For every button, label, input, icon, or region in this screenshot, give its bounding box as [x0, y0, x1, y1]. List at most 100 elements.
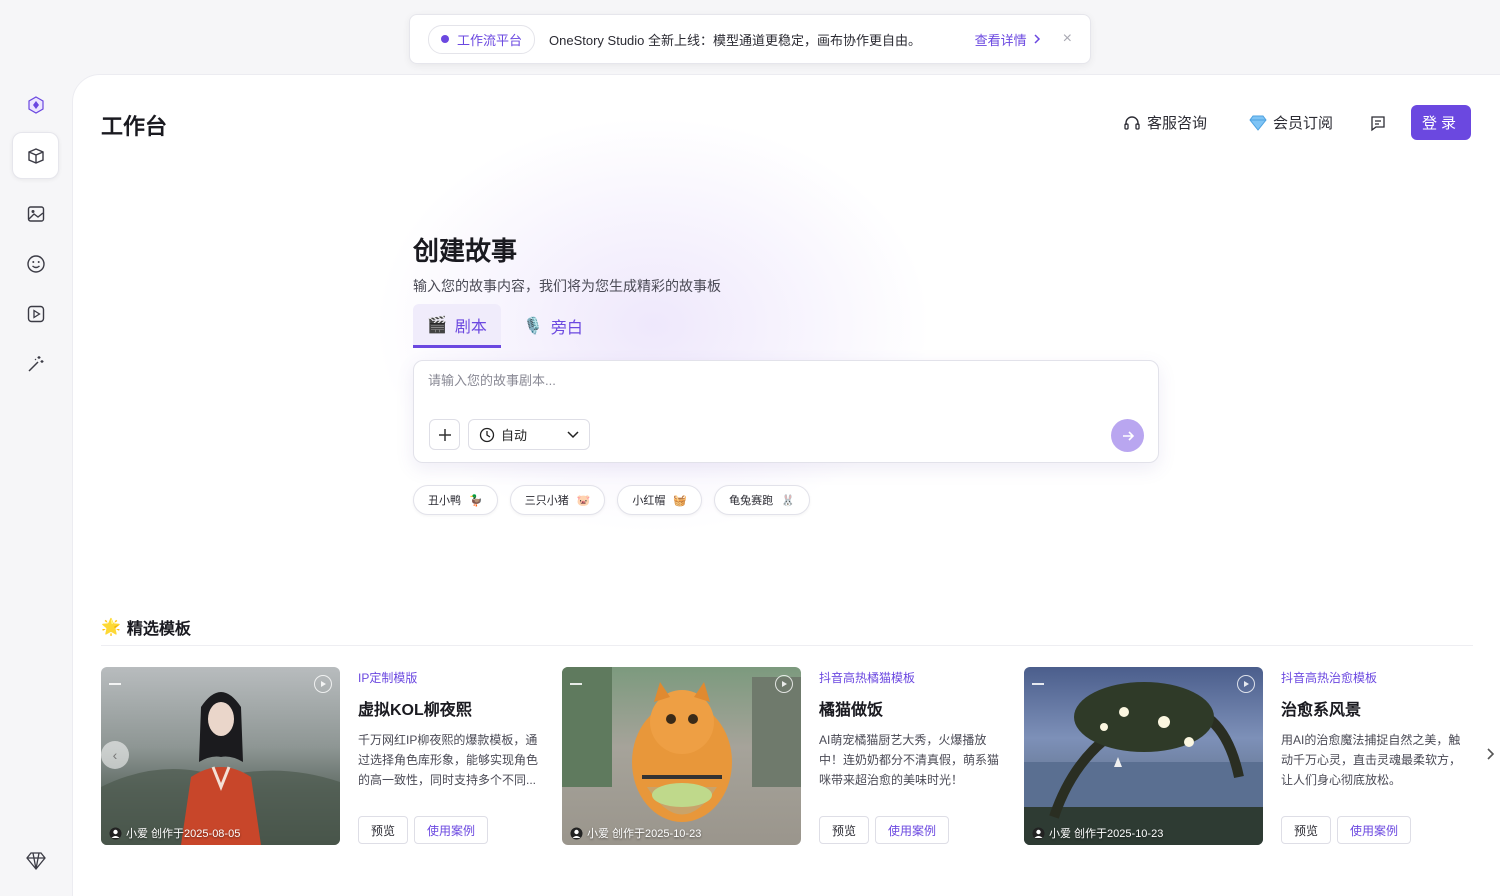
preview-button[interactable]: 预览	[358, 816, 409, 844]
cube-icon	[27, 147, 44, 164]
template-tag: IP定制模版	[358, 671, 418, 685]
template-card[interactable]: 小爱 创作于2025-10-23 抖音高热治愈模板 治愈系风景 用AI的治愈魔法…	[1024, 667, 1464, 845]
sidebar-item-magic[interactable]	[12, 340, 59, 387]
template-title: 橘猫做饭	[819, 702, 884, 719]
send-button[interactable]	[1111, 419, 1144, 452]
hero-title: 创建故事	[413, 236, 518, 266]
template-title: 虚拟KOL柳夜熙	[358, 702, 472, 719]
template-title: 治愈系风景	[1281, 702, 1362, 719]
carousel-prev-button[interactable]: ‹	[101, 741, 129, 769]
caption-text: 小爱 创作于2025-10-23	[587, 828, 702, 840]
template-actions: 预览 使用案例	[358, 816, 489, 844]
add-attachment-button[interactable]	[429, 419, 460, 450]
diamond-icon[interactable]	[26, 852, 46, 870]
duck-icon: 🦆	[469, 494, 483, 507]
support-label: 客服咨询	[1146, 115, 1207, 132]
template-card[interactable]: ‹ 小爱 创作于2025-08-05 IP定制模版 虚拟KOL柳夜熙 千万网红I…	[101, 667, 541, 845]
rabbit-icon: 🐰	[781, 494, 795, 507]
image-icon	[27, 205, 44, 222]
chip-red-riding-hood[interactable]: 小红帽 🧺	[617, 485, 703, 515]
chevron-down-icon	[567, 430, 579, 438]
clock-icon	[479, 427, 495, 442]
use-case-button[interactable]: 使用案例	[875, 816, 950, 844]
logo-icon[interactable]	[27, 96, 45, 114]
membership-label: 会员订阅	[1272, 115, 1333, 132]
messages-button[interactable]	[1369, 114, 1387, 132]
use-case-button[interactable]: 使用案例	[1337, 816, 1412, 844]
chip-tortoise-hare[interactable]: 龟兔赛跑 🐰	[714, 485, 810, 515]
preview-button[interactable]: 预览	[1281, 816, 1332, 844]
announcement-banner: 工作流平台 OneStory Studio 全新上线：模型通道更稳定，画布协作更…	[409, 14, 1091, 64]
close-icon[interactable]: ×	[1063, 30, 1072, 48]
template-info: 抖音高热治愈模板 治愈系风景 用AI的治愈魔法捕捉自然之美，触动千万心灵，直击灵…	[1281, 667, 1471, 844]
banner-text: OneStory Studio 全新上线：模型通道更稳定，画布协作更自由。	[549, 32, 922, 48]
message-icon	[1371, 115, 1385, 131]
gem-icon	[1249, 115, 1267, 131]
banner-link-label: 查看详情	[974, 32, 1027, 48]
play-icon[interactable]	[1237, 675, 1255, 693]
login-button[interactable]: 登录	[1411, 105, 1471, 140]
page-title: 工作台	[101, 114, 168, 139]
chip-ugly-duckling[interactable]: 丑小鸭 🦆	[413, 485, 498, 515]
banner-chip-label: 工作流平台	[457, 32, 523, 48]
mode-select[interactable]: 自动	[468, 419, 590, 450]
thumb-caption: 小爱 创作于2025-10-23	[570, 825, 701, 841]
orange-cat-scene	[562, 667, 801, 822]
use-case-button[interactable]: 使用案例	[414, 816, 489, 844]
play-icon[interactable]	[775, 675, 793, 693]
thumb-dash	[1032, 683, 1044, 685]
create-story-section: 创建故事 输入您的故事内容，我们将为您生成精彩的故事板 🎬 剧本 🎙️ 旁白 自…	[413, 231, 1159, 515]
story-editor: 自动	[413, 360, 1159, 463]
clapperboard-icon: 🎬	[427, 316, 447, 334]
sidebar-item-storyboard[interactable]	[12, 132, 59, 179]
featured-title-label: 精选模板	[126, 621, 191, 638]
thumb-caption: 小爱 创作于2025-08-05	[109, 825, 240, 841]
main-panel: 工作台 客服咨询 会员订阅 登录 创建故事 输入您的故事内容，我们将为您生成精彩…	[72, 74, 1500, 896]
template-actions: 预览 使用案例	[819, 816, 950, 844]
sidebar-item-video[interactable]	[12, 290, 59, 337]
preview-button[interactable]: 预览	[819, 816, 870, 844]
featured-title: 🌟 精选模板	[101, 615, 191, 639]
template-desc: 千万网红IP柳夜熙的爆款模板，通过选择角色库形象，能够实现角色的高一致性，同时支…	[358, 733, 539, 787]
template-card[interactable]: 小爱 创作于2025-10-23 抖音高热橘猫模板 橘猫做饭 AI萌宠橘猫厨艺大…	[562, 667, 1002, 845]
hero-subtitle: 输入您的故事内容，我们将为您生成精彩的故事板	[413, 278, 721, 294]
plus-icon	[438, 428, 451, 441]
template-thumbnail[interactable]: ‹ 小爱 创作于2025-08-05	[101, 667, 340, 845]
sidebar-item-avatar[interactable]	[12, 240, 59, 287]
magic-wand-icon	[27, 355, 43, 372]
sidebar-item-image[interactable]	[12, 190, 59, 237]
author-avatar-icon	[109, 827, 122, 839]
template-thumbnail[interactable]: 小爱 创作于2025-10-23	[1024, 667, 1263, 845]
chip-label: 小红帽	[632, 495, 666, 507]
dot-icon	[441, 35, 449, 43]
story-input[interactable]	[428, 373, 1028, 388]
membership-button[interactable]: 会员订阅	[1249, 112, 1333, 133]
divider	[101, 645, 1473, 646]
video-play-icon	[27, 305, 44, 322]
smile-icon	[26, 254, 45, 273]
landscape-scene	[1024, 682, 1263, 845]
tab-script-label: 剧本	[454, 318, 487, 336]
basket-icon: 🧺	[673, 494, 688, 507]
template-info: IP定制模版 虚拟KOL柳夜熙 千万网红IP柳夜熙的爆款模板，通过选择角色库形象…	[358, 667, 548, 844]
banner-details-link[interactable]: 查看详情	[975, 30, 1041, 49]
template-tag: 抖音高热治愈模板	[1281, 671, 1378, 685]
tab-narration-label: 旁白	[550, 320, 583, 337]
template-tag: 抖音高热橘猫模板	[819, 671, 916, 685]
template-thumbnail[interactable]: 小爱 创作于2025-10-23	[562, 667, 801, 845]
pig-icon: 🐷	[576, 494, 591, 507]
chevron-right-icon	[1034, 34, 1040, 44]
thumb-caption: 小爱 创作于2025-10-23	[1032, 825, 1163, 841]
chip-three-pigs[interactable]: 三只小猪 🐷	[509, 485, 606, 515]
banner-chip[interactable]: 工作流平台	[428, 24, 536, 54]
support-button[interactable]: 客服咨询	[1123, 112, 1207, 133]
chip-label: 三只小猪	[524, 495, 569, 507]
caption-text: 小爱 创作于2025-10-23	[1049, 828, 1164, 840]
chevron-right-icon[interactable]	[1485, 747, 1495, 761]
arrow-right-icon	[1122, 430, 1134, 441]
microphone-icon: 🎙️	[522, 318, 543, 335]
example-chips: 丑小鸭 🦆 三只小猪 🐷 小红帽 🧺 龟兔赛跑 🐰	[413, 485, 1159, 515]
tab-script[interactable]: 🎬 剧本	[413, 304, 501, 348]
play-icon[interactable]	[314, 675, 332, 693]
tab-narration[interactable]: 🎙️ 旁白	[509, 304, 597, 348]
